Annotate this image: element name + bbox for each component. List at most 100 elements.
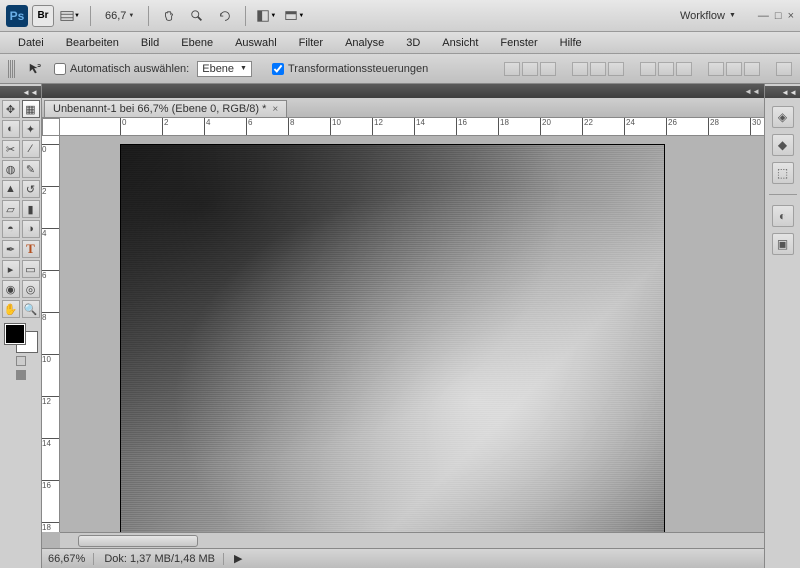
ruler-tick: 22 [582,118,593,135]
align-right-icon[interactable] [608,62,624,76]
status-doc-size[interactable]: Dok: 1,37 MB/1,48 MB [104,553,224,565]
dodge-tool[interactable]: ◑ [22,220,40,238]
zoom-level-field[interactable]: 66,7 ▼ [99,8,140,24]
styles-panel-icon[interactable]: ▣ [772,233,794,255]
blur-tool[interactable]: ◓ [2,220,20,238]
workspace-switcher[interactable]: Workflow ▼ [672,8,744,24]
minimize-button[interactable]: — [758,10,769,22]
adjustments-panel-icon[interactable]: ◐ [772,205,794,227]
layers-panel-icon[interactable]: ◈ [772,106,794,128]
pen-tool[interactable]: ✒ [2,240,20,258]
menu-bearbeiten[interactable]: Bearbeiten [56,34,129,52]
eyedropper-tool[interactable]: ⁄ [22,140,40,158]
dist-hcenter-icon[interactable] [726,62,742,76]
photoshop-app-icon: Ps [6,5,28,27]
options-bar: Automatisch auswählen: Ebene▼ Transforma… [0,54,800,84]
menu-3d[interactable]: 3D [396,34,430,52]
brush-tool[interactable]: ✎ [22,160,40,178]
auto-select-dropdown[interactable]: Ebene▼ [197,61,252,77]
ruler-tick: 16 [456,118,467,135]
align-bottom-icon[interactable] [540,62,556,76]
menu-bild[interactable]: Bild [131,34,169,52]
ruler-tick: 8 [288,118,294,135]
arrange-docs-icon[interactable]: ▼ [254,6,278,26]
transform-controls-checkbox[interactable]: Transformationssteuerungen [272,63,428,75]
menu-ansicht[interactable]: Ansicht [432,34,488,52]
auto-align-icon[interactable] [776,62,792,76]
horizontal-ruler[interactable]: 024681012141618202224262830 [60,118,764,136]
gradient-tool[interactable]: ▮ [22,200,40,218]
dist-vcenter-icon[interactable] [658,62,674,76]
rotate-view-icon[interactable] [213,6,237,26]
options-grip[interactable] [8,60,16,78]
menu-auswahl[interactable]: Auswahl [225,34,287,52]
bridge-icon[interactable]: Br [32,5,54,27]
quick-mask-toggle[interactable] [16,356,26,366]
maximize-button[interactable]: □ [775,10,782,22]
dist-bottom-icon[interactable] [676,62,692,76]
ruler-tick: 8 [42,312,59,322]
clone-stamp-tool[interactable]: ▲ [2,180,20,198]
distribute-group-1 [640,62,692,76]
type-tool[interactable]: T [22,240,40,258]
auto-select-checkbox[interactable]: Automatisch auswählen: [54,63,189,75]
close-button[interactable]: × [788,10,794,22]
status-zoom[interactable]: 66,67% [48,553,94,565]
channels-panel-icon[interactable]: ◆ [772,134,794,156]
film-strip-icon[interactable]: ▼ [58,6,82,26]
marquee-tool[interactable]: ▦ [22,100,40,118]
document-tab[interactable]: Unbenannt-1 bei 66,7% (Ebene 0, RGB/8) *… [44,100,287,117]
align-hcenter-icon[interactable] [590,62,606,76]
color-swatches[interactable] [5,324,37,352]
ruler-tick: 6 [42,270,59,280]
history-brush-tool[interactable]: ↺ [22,180,40,198]
zoom-tool[interactable]: 🔍 [22,300,40,318]
screen-mode-icon[interactable]: ▼ [282,6,306,26]
lasso-tool[interactable]: ◐ [2,120,20,138]
menu-ebene[interactable]: Ebene [171,34,223,52]
shape-tool[interactable]: ▭ [22,260,40,278]
scrollbar-thumb[interactable] [78,535,198,547]
ruler-origin[interactable] [42,118,60,136]
dist-left-icon[interactable] [708,62,724,76]
right-dock-handle[interactable]: ◄◄ [765,86,800,98]
current-tool-indicator[interactable] [24,60,46,78]
tools-collapse-handle[interactable]: ◄◄ [0,86,41,98]
close-tab-icon[interactable]: × [272,104,278,115]
canvas[interactable] [120,144,665,532]
dist-right-icon[interactable] [744,62,760,76]
vertical-ruler[interactable]: 024681012141618 [42,136,60,532]
menu-filter[interactable]: Filter [289,34,333,52]
tools-panel: ◄◄ ✥▦ ◐✦ ✂⁄ ◍✎ ▲↺ ▱▮ ◓◑ ✒T ▸▭ ◉◎ ✋🔍 [0,84,42,568]
screen-mode-cycle[interactable] [16,370,26,380]
workspace: 024681012141618 [42,136,764,532]
align-top-icon[interactable] [504,62,520,76]
status-menu-arrow[interactable]: ▶ [234,552,242,565]
eraser-tool[interactable]: ▱ [2,200,20,218]
canvas-viewport[interactable] [60,136,764,532]
path-selection-tool[interactable]: ▸ [2,260,20,278]
horizontal-scrollbar[interactable] [60,532,764,548]
hand-tool[interactable]: ✋ [2,300,20,318]
3d-camera-tool[interactable]: ◎ [22,280,40,298]
zoom-tool-icon[interactable] [185,6,209,26]
align-vcenter-icon[interactable] [522,62,538,76]
menu-hilfe[interactable]: Hilfe [550,34,592,52]
menu-fenster[interactable]: Fenster [490,34,547,52]
ruler-tick: 14 [42,438,59,448]
paths-panel-icon[interactable]: ⬚ [772,162,794,184]
dist-top-icon[interactable] [640,62,656,76]
align-left-icon[interactable] [572,62,588,76]
ruler-tick: 24 [624,118,635,135]
magic-wand-tool[interactable]: ✦ [22,120,40,138]
menu-analyse[interactable]: Analyse [335,34,394,52]
menu-datei[interactable]: Datei [8,34,54,52]
foreground-color[interactable] [5,324,25,344]
move-tool[interactable]: ✥ [2,100,20,118]
3d-tool[interactable]: ◉ [2,280,20,298]
crop-tool[interactable]: ✂ [2,140,20,158]
separator [245,6,246,26]
doc-tab-strip-handle[interactable]: ◄◄ [42,84,764,98]
healing-brush-tool[interactable]: ◍ [2,160,20,178]
hand-tool-icon[interactable] [157,6,181,26]
